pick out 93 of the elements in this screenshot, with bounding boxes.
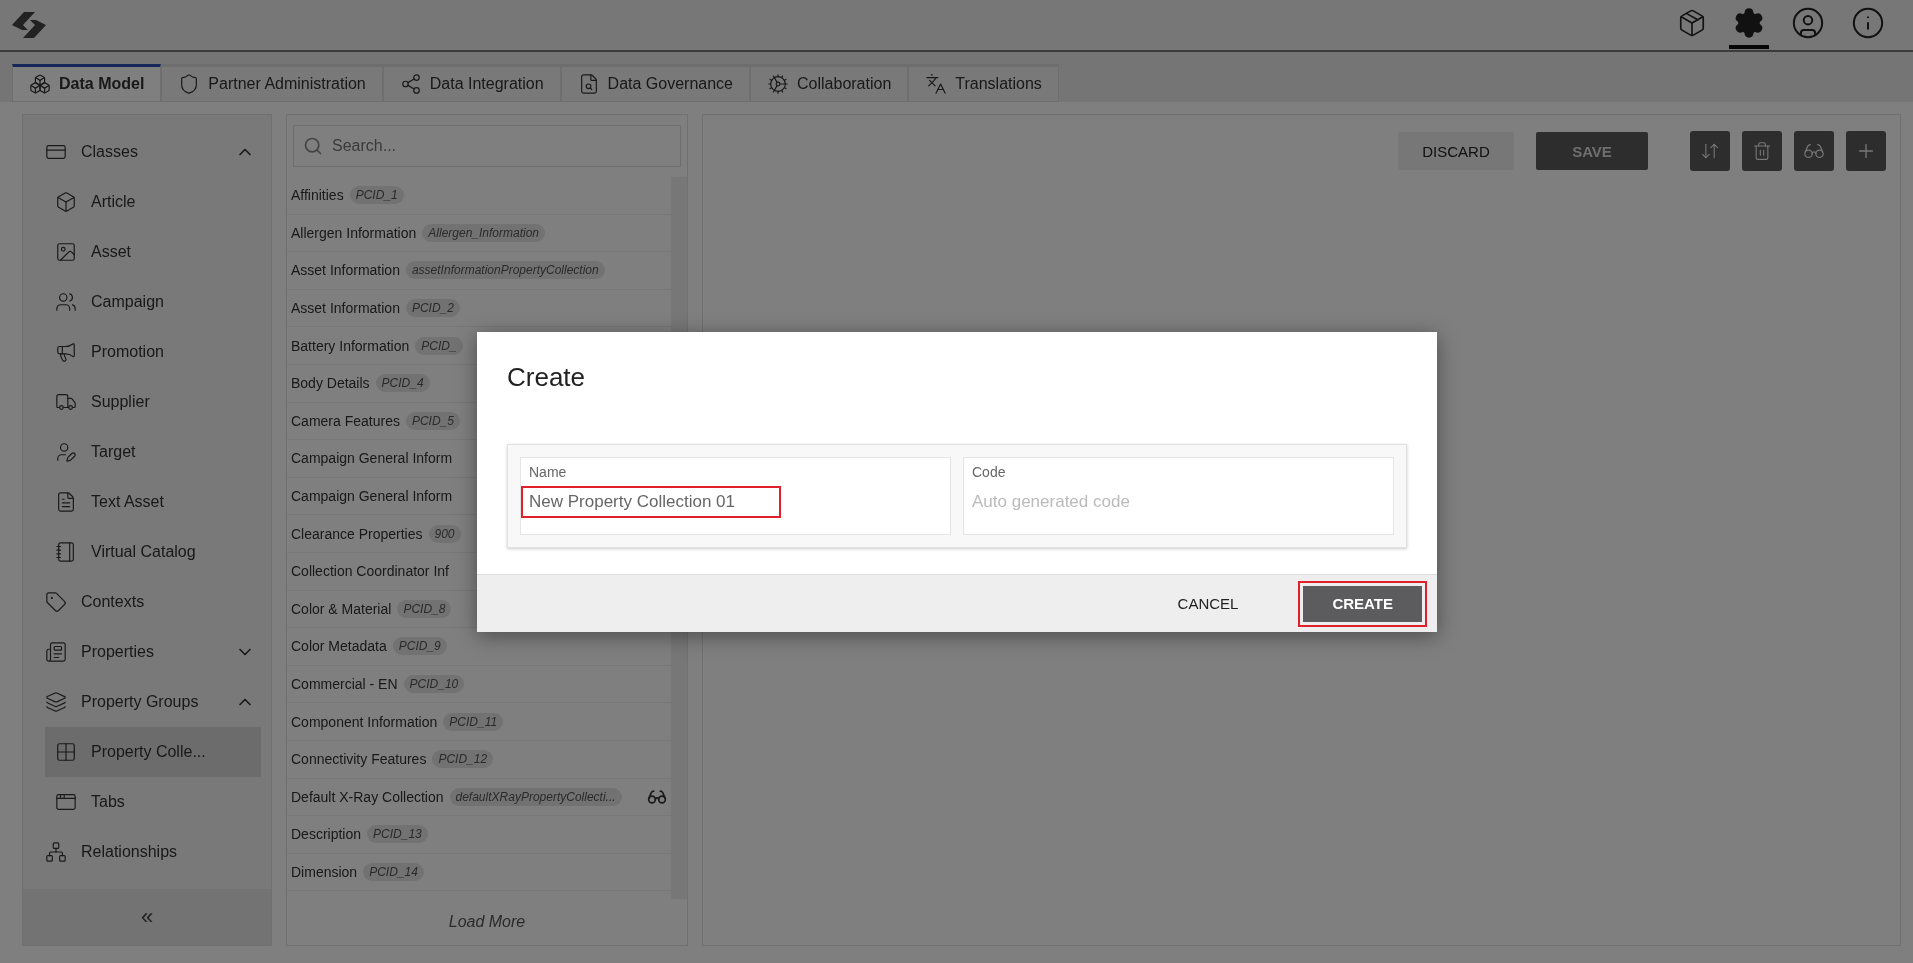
row-name[interactable]: Color & Material	[291, 600, 392, 617]
sidebar-item[interactable]: Campaign	[45, 277, 261, 327]
sidebar-icon	[55, 441, 77, 463]
nav-tab[interactable]: Data Governance	[560, 64, 750, 102]
swap-icon[interactable]	[1690, 131, 1730, 171]
row-name[interactable]: Campaign General Inform	[291, 488, 453, 505]
sidebar-icon	[55, 191, 77, 213]
plus-icon[interactable]	[1846, 131, 1886, 171]
sidebar-icon	[45, 841, 67, 863]
sidebar-icon	[45, 691, 67, 713]
row-name[interactable]: Affinities	[291, 187, 344, 204]
sidebar-icon	[55, 341, 77, 363]
tab-icon	[925, 73, 948, 95]
sidebar-item[interactable]: Virtual Catalog	[45, 527, 261, 577]
text-input[interactable]: Auto generated code	[964, 486, 1377, 518]
collapse-button[interactable]: «	[23, 889, 271, 945]
sidebar-icon	[55, 791, 77, 813]
sidebar-item[interactable]: Classes	[45, 127, 261, 177]
code-tag: PCID_5	[405, 411, 460, 430]
sidebar-item[interactable]: Property Colle...	[45, 727, 261, 777]
nav-tab[interactable]: Translations	[908, 64, 1059, 102]
row-name[interactable]: Dimension	[291, 864, 358, 880]
sidebar-icon	[55, 491, 77, 513]
discard-button[interactable]: DISCARD	[1398, 132, 1514, 170]
row-name[interactable]: Clearance Properties	[291, 525, 423, 542]
field-label: Code	[972, 464, 1007, 480]
code-tag: PCID_8	[397, 599, 452, 618]
sidebar-icon	[55, 541, 77, 563]
sidebar-item[interactable]: Article	[45, 177, 261, 227]
sidebar-icon	[55, 741, 77, 763]
sidebar-icon	[45, 591, 67, 613]
row-name[interactable]: Camera Features	[291, 412, 400, 429]
tab-icon	[29, 73, 51, 95]
sidebar-item[interactable]: Relationships	[45, 827, 261, 877]
code-tag: PCID_12	[432, 750, 494, 769]
code-tag: PCID_2	[405, 299, 460, 318]
cancel-button[interactable]: CANCEL	[1143, 580, 1273, 627]
trash-icon[interactable]	[1742, 131, 1782, 171]
glasses-icon[interactable]	[1794, 131, 1834, 171]
nav-tab[interactable]: Data Model	[12, 64, 162, 102]
code-tag: PCID_11	[443, 712, 504, 731]
row-name[interactable]: Connectivity Features	[291, 751, 427, 768]
code-tag: assetInformationPropertyCollection	[405, 261, 605, 280]
sidebar-item[interactable]: Text Asset	[45, 477, 261, 527]
sidebar-item[interactable]: Asset	[45, 227, 261, 277]
nav-tab[interactable]: Data Integration	[382, 64, 561, 102]
create-button[interactable]: CREATE	[1298, 580, 1427, 627]
dialog-title: Create	[506, 361, 587, 394]
save-button[interactable]: SAVE	[1536, 132, 1648, 170]
sidebar-icon	[45, 641, 67, 663]
field-label: Name	[529, 464, 568, 480]
sidebar-item[interactable]: Target	[45, 427, 261, 477]
code-tag: PCID_1	[349, 186, 404, 205]
sidebar-icon	[55, 291, 77, 313]
row-name[interactable]: Commercial - EN	[291, 676, 398, 692]
sidebar-icon	[55, 391, 77, 413]
code-tag: PCID_13	[367, 825, 428, 844]
code-tag: PCID_4	[375, 374, 430, 393]
row-name[interactable]: Allergen Information	[291, 224, 417, 241]
sidebar-item[interactable]: Property Groups	[45, 677, 261, 727]
form-field[interactable]: Code Auto generated code	[963, 457, 1394, 535]
code-tag: PCID_14	[363, 863, 424, 881]
code-tag: 900	[428, 524, 461, 543]
search-field[interactable]: Search...	[293, 125, 681, 167]
row-name[interactable]: Asset Information	[291, 262, 400, 279]
sidebar-item[interactable]: Promotion	[45, 327, 261, 377]
sidebar-icon	[55, 241, 77, 263]
row-name[interactable]: Asset Information	[291, 300, 400, 317]
load-more-link[interactable]: Load More	[287, 899, 687, 945]
search-icon	[303, 136, 323, 156]
nav-tab[interactable]: Partner Administration	[161, 64, 383, 102]
nav-tab[interactable]: Collaboration	[750, 64, 909, 102]
row-name[interactable]: Color Metadata	[291, 638, 387, 655]
row-name[interactable]: Body Details	[291, 375, 370, 392]
tab-icon	[399, 73, 422, 95]
row-name[interactable]: Campaign General Inform	[291, 450, 453, 467]
form-field[interactable]: Name New Property Collection 01	[520, 457, 951, 535]
row-name[interactable]: Default X-Ray Collection	[291, 788, 444, 805]
tab-icon	[767, 73, 789, 95]
row-name[interactable]: Battery Information	[291, 337, 410, 354]
row-name[interactable]: Collection Coordinator Inf	[291, 563, 449, 580]
row-name[interactable]: Component Information	[291, 713, 438, 730]
code-tag: PCID_10	[403, 675, 465, 693]
code-tag: PCID_9	[392, 637, 447, 656]
sidebar-item[interactable]: Supplier	[45, 377, 261, 427]
text-input[interactable]: New Property Collection 01	[521, 486, 781, 518]
code-tag: PCID_	[415, 336, 463, 355]
row-name[interactable]: Description	[291, 826, 362, 843]
code-tag: defaultXRayPropertyCollecti...	[449, 787, 622, 806]
sidebar-item[interactable]: Tabs	[45, 777, 261, 827]
code-tag: Allergen_Information	[422, 223, 546, 242]
sidebar-item[interactable]: Contexts	[45, 577, 261, 627]
sidebar-item[interactable]: Properties	[45, 627, 261, 677]
